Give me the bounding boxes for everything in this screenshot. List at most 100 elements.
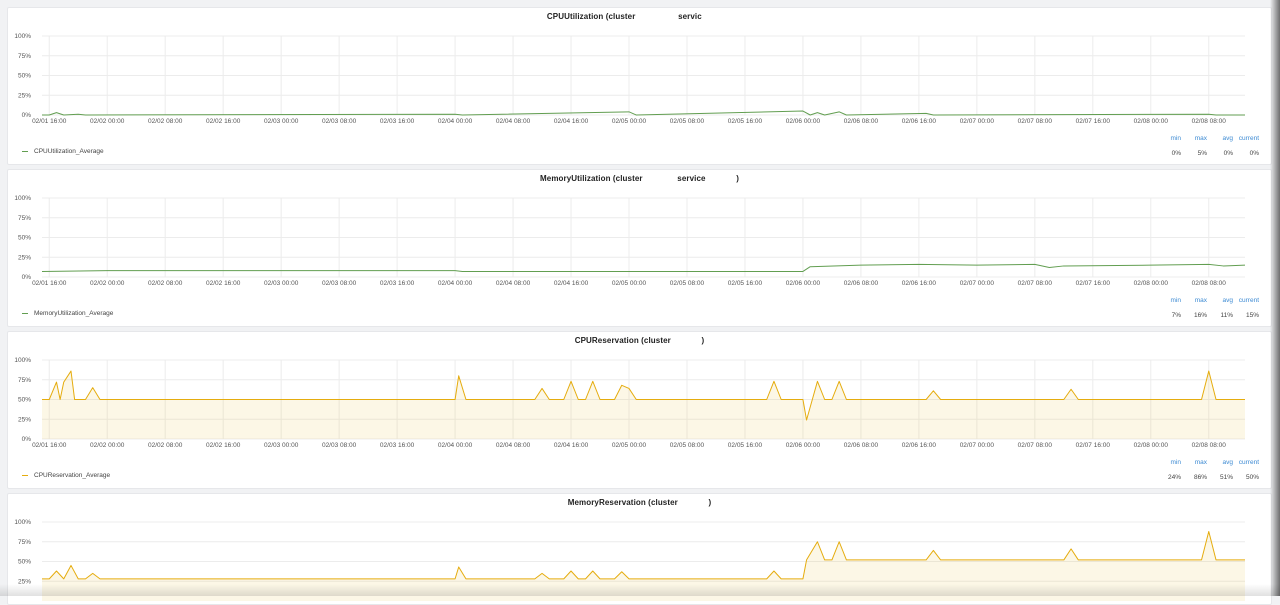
stat-header-avg[interactable]: avg	[1207, 297, 1233, 304]
stat-value-current: 0%	[1249, 150, 1259, 157]
y-tick-label: 75%	[18, 377, 31, 384]
stat-header-min[interactable]: min	[1155, 135, 1181, 142]
stat-header-max[interactable]: max	[1181, 459, 1207, 466]
x-tick-label: 02/04 00:00	[438, 280, 473, 287]
x-tick-label: 02/05 16:00	[728, 118, 763, 125]
stat-value-avg: 51%	[1219, 474, 1233, 481]
chart-panel-cpu-reservation[interactable]: CPUReservation (cluster ) 0% 25% 50% 75% 100…	[7, 331, 1272, 489]
stat-header-current[interactable]: current	[1233, 135, 1259, 142]
series-line	[41, 263, 1246, 272]
y-tick-label: 50%	[18, 559, 31, 566]
x-tick-label: 02/08 08:00	[1192, 442, 1227, 449]
y-tick-label: 100%	[14, 357, 31, 364]
legend-label: CPUUtilization_Average	[34, 148, 104, 155]
scroll-fade	[0, 584, 1280, 596]
y-tick-label: 75%	[18, 539, 31, 546]
x-tick-label: 02/08 08:00	[1192, 118, 1227, 125]
x-tick-label: 02/03 16:00	[380, 442, 415, 449]
y-tick-label: 0%	[22, 112, 32, 119]
y-tick-label: 25%	[18, 254, 31, 261]
x-tick-label: 02/03 08:00	[322, 442, 357, 449]
x-tick-label: 02/04 00:00	[438, 442, 473, 449]
x-tick-label: 02/05 08:00	[670, 442, 705, 449]
chart-plot[interactable]: 0% 25% 50% 75% 100% 02/01 16:00 02/02 00:00 02/…	[8, 8, 1271, 164]
x-tick-label: 02/01 16:00	[32, 118, 67, 125]
x-tick-label: 02/06 00:00	[786, 280, 821, 287]
y-tick-label: 50%	[18, 73, 31, 80]
x-tick-label: 02/07 00:00	[960, 280, 995, 287]
x-tick-label: 02/02 08:00	[148, 118, 183, 125]
stat-value-current: 15%	[1245, 312, 1259, 319]
stat-value-max: 86%	[1193, 474, 1207, 481]
x-tick-label: 02/08 00:00	[1134, 442, 1169, 449]
x-tick-label: 02/06 00:00	[786, 118, 821, 125]
x-tick-label: 02/02 16:00	[206, 280, 241, 287]
x-tick-label: 02/07 08:00	[1018, 118, 1053, 125]
stat-header-current[interactable]: current	[1233, 459, 1259, 466]
y-tick-label: 50%	[18, 397, 31, 404]
window-edge-shadow	[1270, 0, 1280, 596]
x-tick-label: 02/06 08:00	[844, 118, 879, 125]
x-tick-label: 02/03 00:00	[264, 118, 299, 125]
x-tick-label: 02/06 08:00	[844, 280, 879, 287]
y-tick-label: 50%	[18, 235, 31, 242]
stat-header-min[interactable]: min	[1155, 459, 1181, 466]
x-tick-label: 02/05 16:00	[728, 280, 763, 287]
x-tick-label: 02/02 16:00	[206, 442, 241, 449]
legend-item[interactable]: MemoryUtilization_Average	[22, 310, 113, 317]
x-tick-label: 02/08 00:00	[1134, 280, 1169, 287]
x-tick-label: 02/02 08:00	[148, 442, 183, 449]
x-tick-label: 02/05 00:00	[612, 280, 647, 287]
x-tick-label: 02/05 16:00	[728, 442, 763, 449]
x-tick-label: 02/02 00:00	[90, 118, 125, 125]
stat-value-min: 24%	[1167, 474, 1181, 481]
stat-header-max[interactable]: max	[1181, 135, 1207, 142]
legend-label: CPUReservation_Average	[34, 472, 111, 479]
x-tick-label: 02/07 16:00	[1076, 280, 1111, 287]
chart-panel-cpu-utilization[interactable]: CPUUtilization (cluster servic 0% 25% 50% 7…	[7, 7, 1272, 165]
legend-label: MemoryUtilization_Average	[34, 310, 114, 317]
y-tick-label: 100%	[14, 33, 31, 40]
x-tick-label: 02/05 08:00	[670, 280, 705, 287]
stat-header-min[interactable]: min	[1155, 297, 1181, 304]
x-tick-label: 02/05 08:00	[670, 118, 705, 125]
stat-header-max[interactable]: max	[1181, 297, 1207, 304]
legend-item[interactable]: CPUUtilization_Average	[22, 148, 104, 155]
stat-header-avg[interactable]: avg	[1207, 135, 1233, 142]
x-tick-label: 02/06 16:00	[902, 280, 937, 287]
series-area	[42, 371, 1245, 439]
x-tick-label: 02/04 08:00	[496, 280, 531, 287]
x-tick-label: 02/05 00:00	[612, 118, 647, 125]
x-tick-label: 02/06 08:00	[844, 442, 879, 449]
x-tick-label: 02/04 00:00	[438, 118, 473, 125]
legend-swatch	[22, 312, 28, 315]
x-tick-label: 02/02 08:00	[148, 280, 183, 287]
x-tick-label: 02/05 00:00	[612, 442, 647, 449]
x-tick-label: 02/07 08:00	[1018, 442, 1053, 449]
stat-header-current[interactable]: current	[1233, 297, 1259, 304]
chart-plot[interactable]: 0% 25% 50% 75% 100% 02/01 16:00 02/02 00:00 02/…	[8, 170, 1271, 326]
x-tick-label: 02/03 00:00	[264, 280, 299, 287]
legend-stats: min max avg current 7% 16% 11% 15%	[1155, 297, 1259, 319]
legend-swatch	[22, 474, 28, 477]
y-tick-label: 25%	[18, 416, 31, 423]
stat-header-avg[interactable]: avg	[1207, 459, 1233, 466]
chart-plot[interactable]: 0% 25% 50% 75% 100% 02/01 16:00 02/02 00:00 02/…	[8, 332, 1271, 488]
x-tick-label: 02/01 16:00	[32, 280, 67, 287]
y-tick-label: 25%	[18, 92, 31, 99]
x-tick-label: 02/06 16:00	[902, 118, 937, 125]
chart-panel-memory-utilization[interactable]: MemoryUtilization (cluster service ) 0% 2…	[7, 169, 1272, 327]
x-tick-label: 02/04 16:00	[554, 280, 589, 287]
x-tick-label: 02/08 00:00	[1134, 118, 1169, 125]
x-tick-label: 02/03 00:00	[264, 442, 299, 449]
stat-value-min: 7%	[1171, 312, 1181, 319]
x-tick-label: 02/06 00:00	[786, 442, 821, 449]
legend-item[interactable]: CPUReservation_Average	[22, 472, 110, 479]
x-tick-label: 02/07 08:00	[1018, 280, 1053, 287]
x-tick-label: 02/07 00:00	[960, 442, 995, 449]
x-tick-label: 02/02 00:00	[90, 442, 125, 449]
legend-stats: min max avg current 24% 86% 51% 50%	[1155, 459, 1259, 481]
y-tick-label: 100%	[14, 195, 31, 202]
stat-value-min: 0%	[1171, 150, 1181, 157]
x-tick-label: 02/07 00:00	[960, 118, 995, 125]
